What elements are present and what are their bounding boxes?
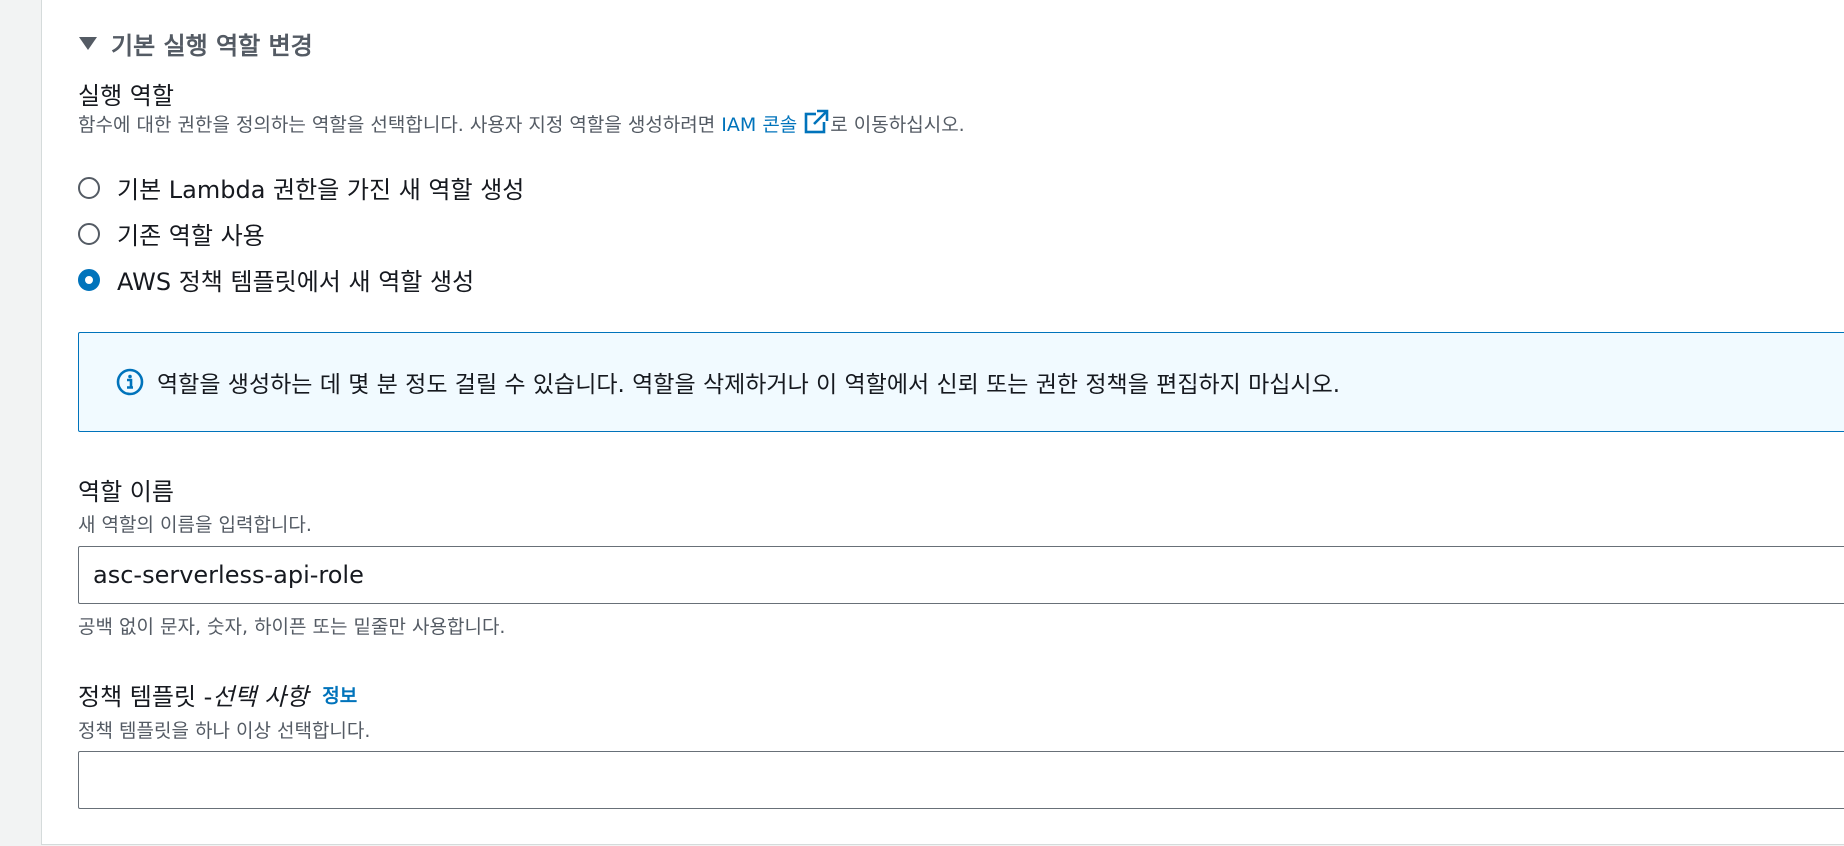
optional-text: 선택 사항	[212, 683, 309, 711]
execution-role-description: 함수에 대한 권한을 정의하는 역할을 선택합니다. 사용자 지정 역할을 생성…	[78, 109, 965, 137]
role-name-input[interactable]: asc-serverless-api-role	[78, 546, 1844, 604]
left-gutter	[0, 0, 41, 846]
radio-create-basic-lambda-role[interactable]: 기본 Lambda 권한을 가진 새 역할 생성	[78, 170, 524, 205]
policy-templates-label: 정책 템플릿 - 선택 사항 정보	[78, 677, 357, 712]
external-link-icon[interactable]	[803, 109, 829, 135]
radio-button[interactable]	[78, 176, 100, 199]
description-text-after: 로 이동하십시오.	[830, 114, 965, 136]
caret-down-icon	[79, 37, 97, 50]
iam-console-link[interactable]: IAM 콘솔	[721, 114, 797, 136]
info-alert: 역할을 생성하는 데 몇 분 정도 걸릴 수 있습니다. 역할을 삭제하거나 이…	[78, 332, 1844, 432]
radio-label: AWS 정책 템플릿에서 새 역할 생성	[117, 268, 475, 296]
info-alert-text: 역할을 생성하는 데 몇 분 정도 걸릴 수 있습니다. 역할을 삭제하거나 이…	[157, 372, 1341, 398]
role-name-label: 역할 이름	[78, 478, 174, 506]
role-name-input-value: asc-serverless-api-role	[93, 561, 364, 589]
expander-title: 기본 실행 역할 변경	[111, 32, 313, 60]
description-text: 함수에 대한 권한을 정의하는 역할을 선택합니다. 사용자 지정 역할을 생성…	[78, 114, 722, 136]
radio-button[interactable]	[78, 222, 100, 245]
radio-create-role-from-policy-templates[interactable]: AWS 정책 템플릿에서 새 역할 생성	[78, 262, 474, 297]
radio-label: 기본 Lambda 권한을 가진 새 역할 생성	[117, 176, 525, 204]
info-icon	[116, 368, 144, 396]
info-link[interactable]: 정보	[322, 681, 357, 708]
policy-templates-select[interactable]	[78, 751, 1844, 809]
role-name-constraint: 공백 없이 문자, 숫자, 하이픈 또는 밑줄만 사용합니다.	[78, 616, 506, 638]
radio-label: 기존 역할 사용	[117, 222, 265, 250]
policy-templates-description: 정책 템플릿을 하나 이상 선택합니다.	[78, 720, 371, 742]
role-name-description: 새 역할의 이름을 입력합니다.	[78, 514, 312, 536]
policy-templates-label-text: 정책 템플릿 -	[78, 683, 213, 711]
change-default-execution-role-expander[interactable]: 기본 실행 역할 변경	[79, 26, 313, 61]
execution-role-label: 실행 역할	[78, 82, 174, 110]
radio-button-selected[interactable]	[78, 268, 100, 291]
radio-use-existing-role[interactable]: 기존 역할 사용	[78, 216, 265, 251]
